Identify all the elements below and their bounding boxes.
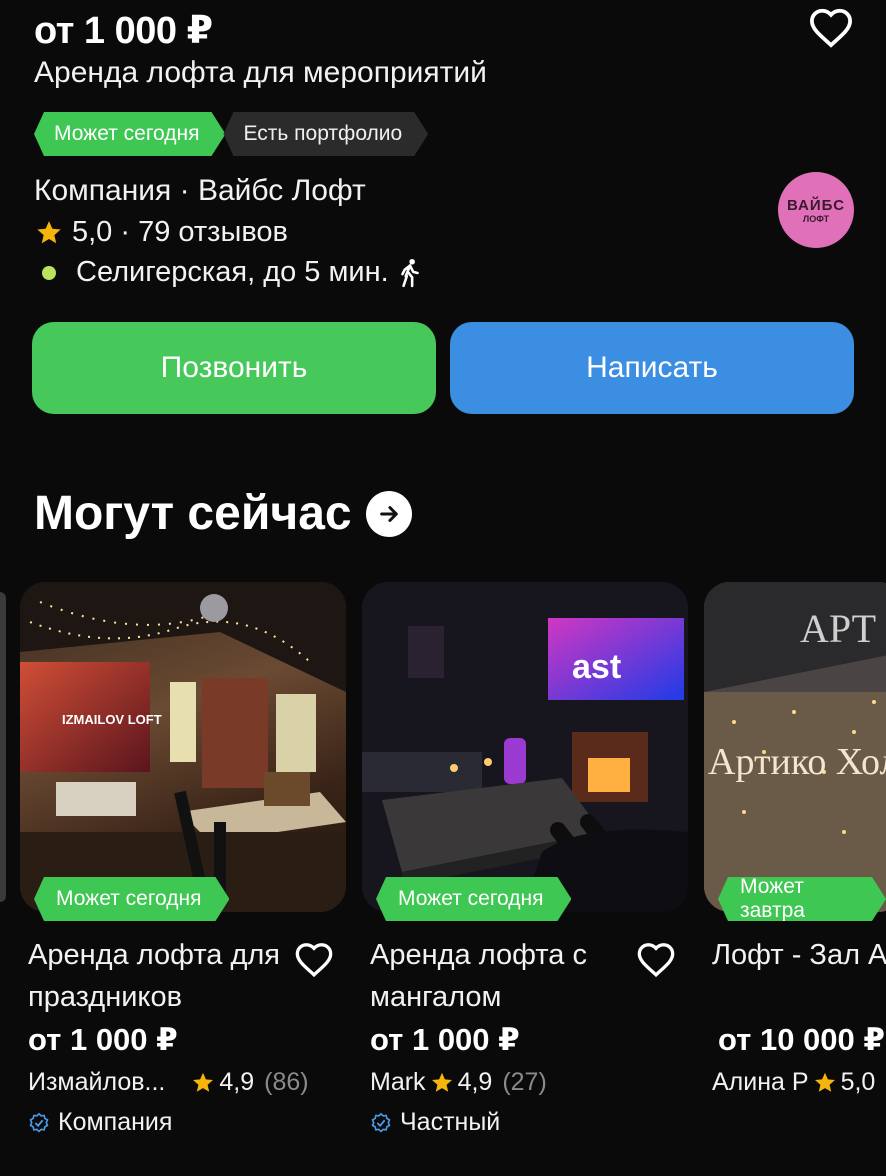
write-button[interactable]: Написать [450, 322, 854, 414]
star-icon [34, 219, 64, 247]
card-2-type-label: Частный [400, 1108, 501, 1136]
listing-price: от 1 000 ₽ [34, 10, 213, 52]
card-3-meta: Алина Р 5,0 [712, 1068, 886, 1097]
card-1-heart-icon[interactable] [294, 940, 334, 978]
card-1-rating: 4,9 [219, 1068, 255, 1096]
tag-portfolio[interactable]: Есть портфолио [223, 112, 428, 156]
card-2-author[interactable]: Mark [370, 1068, 426, 1097]
card-1-author[interactable]: Измайлов... [28, 1068, 165, 1097]
section-title: Могут сейчас [34, 487, 352, 540]
star-icon [430, 1071, 454, 1095]
section-header[interactable]: Могут сейчас [34, 486, 412, 541]
card-2-rating: 4,9 [457, 1068, 493, 1096]
arrow-right-icon[interactable] [365, 490, 412, 537]
card-3-title[interactable]: Лофт - Зал Артико Холл [712, 934, 886, 976]
rating-text: 5,0 · 79 отзывов [72, 216, 288, 248]
star-icon [191, 1071, 215, 1095]
card-1-title[interactable]: Аренда лофта для праздников [28, 934, 288, 1018]
previous-card-edge[interactable] [0, 592, 6, 902]
card-image-3-text: Артико Холл [708, 741, 886, 783]
listing-title[interactable]: Аренда лофта для мероприятий [34, 56, 487, 90]
metro-text: Селигерская, до 5 мин. [76, 256, 389, 288]
card-2-price: от 1 000 ₽ [370, 1022, 520, 1057]
card-image-3[interactable]: АРТ Артико Холл [704, 582, 886, 912]
verified-badge-icon [370, 1112, 392, 1134]
card-1-type-label: Компания [58, 1108, 173, 1136]
favorite-heart-icon[interactable] [808, 6, 854, 48]
card-3-price: от 10 000 ₽ [718, 1022, 885, 1057]
card-1-price: от 1 000 ₽ [28, 1022, 178, 1057]
listing-tags: Может сегодня Есть портфолио [34, 112, 428, 156]
card-1-reviews: (86) [264, 1068, 309, 1096]
listing-rating: 5,0 · 79 отзывов [34, 216, 288, 249]
card-1-meta: Измайлов... 4,9 (86) [28, 1068, 309, 1097]
card-image-2[interactable]: ast [362, 582, 688, 912]
card-2-tag: Может сегодня [376, 877, 571, 921]
card-image-2-logo: ast [572, 648, 621, 686]
card-image-1-sign: IZMAILOV LOFT [62, 712, 162, 727]
verified-badge-icon [28, 1112, 50, 1134]
card-3-rating: 5,0 [840, 1068, 876, 1096]
card-2-title[interactable]: Аренда лофта с мангалом [370, 934, 630, 1018]
card-image-3-sign: АРТ [800, 606, 876, 651]
company-avatar[interactable]: ВАЙБС ЛОФТ [778, 172, 854, 248]
card-3-tag: Может завтра [718, 877, 886, 921]
card-2-meta: Mark 4,9 (27) [370, 1068, 547, 1097]
star-icon [813, 1071, 837, 1095]
company-name[interactable]: Компания · Вайбс Лофт [34, 174, 366, 208]
call-button[interactable]: Позвонить [32, 322, 436, 414]
card-2-reviews: (27) [502, 1068, 547, 1096]
card-1-type: Компания [28, 1108, 172, 1137]
walking-icon [397, 258, 423, 288]
metro-info: Селигерская, до 5 мин. [34, 256, 423, 289]
tag-available-today: Может сегодня [34, 112, 225, 156]
card-3-author[interactable]: Алина Р [712, 1068, 809, 1097]
avatar-logo-text: ВАЙБС [786, 196, 846, 214]
metro-line-dot-icon [42, 265, 56, 280]
card-1-tag: Может сегодня [34, 877, 229, 921]
card-image-1[interactable]: IZMAILOV LOFT [20, 582, 346, 912]
avatar-logo-subtext: ЛОФТ [802, 213, 830, 224]
card-2-type: Частный [370, 1108, 500, 1137]
card-2-heart-icon[interactable] [636, 940, 676, 978]
